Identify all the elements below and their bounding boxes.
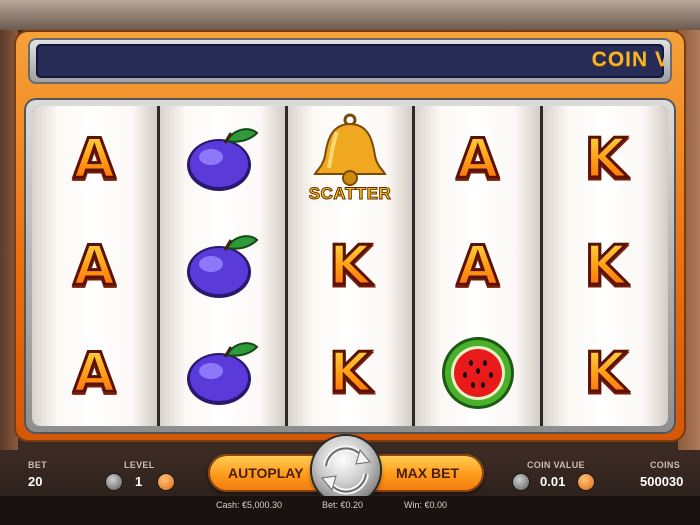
letter-k: K bbox=[328, 234, 373, 297]
autoplay-button[interactable]: AUTOPLAY bbox=[228, 454, 303, 492]
reel-symbol-plum bbox=[160, 106, 285, 212]
letter-a: A bbox=[72, 234, 117, 297]
letter-k: K bbox=[583, 341, 628, 404]
background-top bbox=[0, 0, 700, 30]
coins-value: 500030 bbox=[640, 474, 684, 489]
bell-icon bbox=[313, 113, 387, 186]
win-status: Win: €0.00 bbox=[404, 500, 448, 510]
reel-symbol-plum bbox=[160, 213, 285, 319]
reel-symbol-a: A bbox=[32, 320, 157, 426]
reel-1: A A A bbox=[32, 106, 157, 426]
reel-symbol-a: A bbox=[32, 213, 157, 319]
watermelon-icon bbox=[441, 337, 514, 409]
reel-symbol-scatter: SCATTER bbox=[288, 106, 413, 212]
marquee-display: COIN V bbox=[36, 44, 664, 78]
max-bet-button[interactable]: MAX BET bbox=[396, 454, 459, 492]
coin-value-increase-button[interactable] bbox=[578, 474, 594, 490]
reel-symbol-a: A bbox=[32, 106, 157, 212]
letter-a: A bbox=[455, 127, 500, 190]
letter-a: A bbox=[72, 341, 117, 404]
plum-icon bbox=[187, 235, 259, 298]
plum-icon bbox=[187, 128, 259, 191]
reel-symbol-k: K bbox=[543, 213, 668, 319]
letter-k: K bbox=[328, 341, 373, 404]
level-increase-button[interactable] bbox=[158, 474, 174, 490]
level-decrease-button[interactable] bbox=[106, 474, 122, 490]
reel-5: K K K bbox=[543, 106, 668, 426]
reel-symbol-k: K bbox=[288, 320, 413, 426]
bet-value: 20 bbox=[28, 474, 43, 489]
letter-k: K bbox=[583, 127, 628, 190]
coin-value: 0.01 bbox=[540, 474, 566, 489]
reel-window: A A A SCATTER K K A A K K K bbox=[32, 106, 668, 426]
reel-symbol-k: K bbox=[288, 213, 413, 319]
coins-label: COINS bbox=[650, 460, 681, 470]
letter-a: A bbox=[455, 234, 500, 297]
scatter-label: SCATTER bbox=[308, 184, 392, 204]
letter-k: K bbox=[583, 234, 628, 297]
bet-label: BET bbox=[28, 460, 47, 470]
reel-symbol-a: A bbox=[415, 213, 540, 319]
reel-frame: A A A SCATTER K K A A K K K bbox=[24, 98, 676, 434]
spin-arrows-icon bbox=[321, 445, 371, 495]
reel-2 bbox=[159, 106, 285, 426]
marquee-text: COIN V bbox=[591, 48, 664, 71]
reel-symbol-a: A bbox=[415, 106, 540, 212]
reel-symbol-k: K bbox=[543, 106, 668, 212]
coin-value-decrease-button[interactable] bbox=[513, 474, 529, 490]
coin-value-label: COIN VALUE bbox=[527, 460, 585, 470]
reel-3: SCATTER K K bbox=[287, 106, 413, 426]
marquee: COIN V bbox=[28, 38, 672, 84]
bet-status: Bet: €0.20 bbox=[322, 500, 364, 510]
slot-cabinet: COIN V A A A SCATTER K K A A K K K bbox=[14, 30, 686, 442]
spin-button[interactable] bbox=[312, 436, 380, 504]
reel-symbol-watermelon bbox=[415, 320, 540, 426]
reel-symbol-k: K bbox=[543, 320, 668, 426]
cash-status: Cash: €5,000.30 bbox=[216, 500, 283, 510]
plum-icon bbox=[187, 342, 259, 405]
level-value: 1 bbox=[135, 474, 143, 489]
reel-4: A A bbox=[415, 106, 541, 426]
letter-a: A bbox=[72, 127, 117, 190]
level-label: LEVEL bbox=[124, 460, 155, 470]
reel-symbol-plum bbox=[160, 320, 285, 426]
